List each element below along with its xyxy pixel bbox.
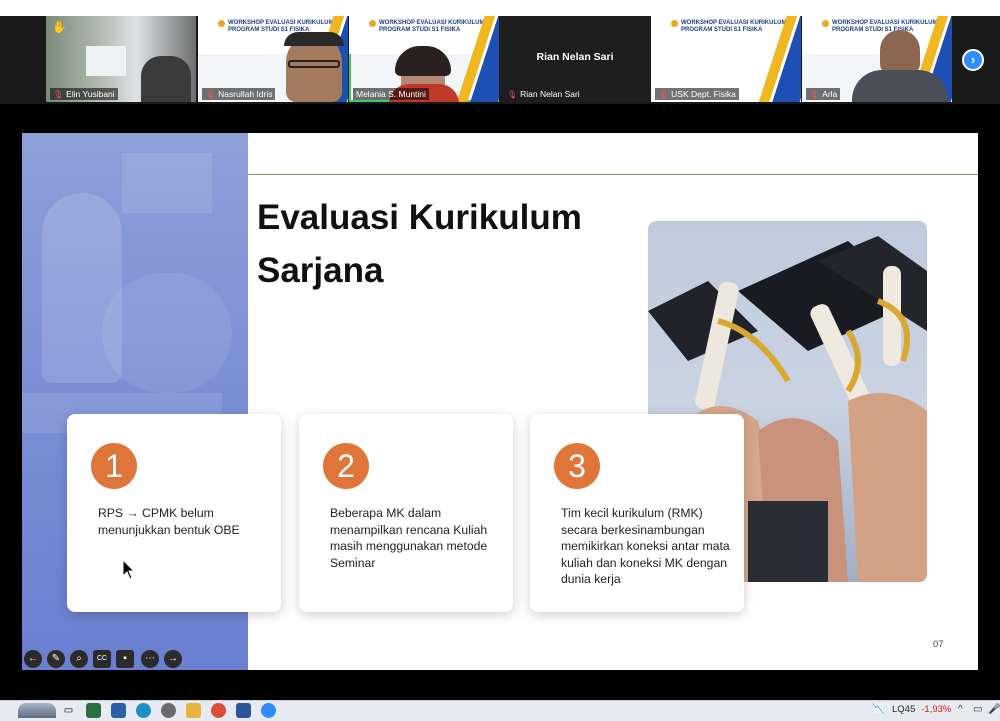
mouse-cursor-icon	[122, 559, 136, 580]
mail-icon[interactable]	[111, 703, 126, 718]
participant-tile[interactable]: WORKSHOP EVALUASI KURIKULUM PROGRAM STUD…	[651, 16, 801, 102]
card-text: RPS → CPMK belum menunjukkan bentuk OBE	[98, 506, 240, 537]
edge-browser-icon[interactable]	[136, 703, 151, 718]
subtitles-button[interactable]: CC	[93, 650, 111, 668]
next-slide-button[interactable]: →	[164, 650, 182, 668]
participant-name: 🎙 USK Dept. Fisika	[655, 88, 739, 100]
mic-muted-icon: 🎙	[809, 90, 820, 99]
participant-name: 🎙 Elin Yusibani	[50, 88, 118, 100]
mic-muted-icon: 🎙	[53, 90, 64, 99]
window-top-bar	[0, 0, 1000, 16]
slide-title: Evaluasi Kurikulum Sarjana	[257, 198, 582, 290]
participant-tile[interactable]: WORKSHOP EVALUASI KURIKULUM PROGRAM STUD…	[349, 16, 499, 102]
card-number-badge: 2	[323, 443, 369, 489]
battery-icon[interactable]: ▭	[973, 704, 982, 715]
slide-page-number: 07	[933, 639, 944, 650]
raised-hand-icon: ✋	[52, 20, 67, 34]
word-icon[interactable]	[236, 703, 251, 718]
info-card: 1 RPS → CPMK belum menunjukkan bentuk OB…	[67, 414, 281, 612]
card-number-badge: 3	[554, 443, 600, 489]
shared-slide: Evaluasi Kurikulum Sarjana 1 RPS → CPMK …	[22, 133, 978, 670]
chevron-right-icon: ›	[970, 52, 976, 67]
mic-muted-icon: 🎙	[507, 90, 518, 99]
chrome-icon[interactable]	[211, 703, 226, 718]
windows-taskbar: ▭ 📉 LQ45 -1,93% ^ ▭ 🎤	[0, 700, 1000, 721]
settings-icon[interactable]	[161, 703, 176, 718]
participant-name: 🎙 Rian Nelan Sari	[507, 89, 580, 99]
participant-tile[interactable]: Rian Nelan Sari 🎙 Rian Nelan Sari	[500, 16, 650, 102]
participant-tile[interactable]: ✋ 🎙 Elin Yusibani	[46, 16, 196, 102]
stock-ticker[interactable]: LQ45 -1,93%	[892, 704, 951, 715]
participant-strip: ✋ 🎙 Elin Yusibani WORKSHOP EVALUASI KURIK…	[0, 0, 1000, 104]
more-options-button[interactable]: ⋯	[141, 650, 159, 668]
microphone-icon[interactable]: 🎤	[988, 704, 1000, 715]
chevron-up-icon[interactable]: ^	[958, 704, 963, 715]
slide-divider	[248, 174, 978, 175]
card-text: Tim kecil kurikulum (RMK) secara berkesi…	[561, 506, 730, 586]
meeting-bottom-bar	[0, 670, 1000, 700]
participant-tile[interactable]: WORKSHOP EVALUASI KURIKULUM PROGRAM STUD…	[802, 16, 952, 102]
info-card: 2 Beberapa MK dalam menampilkan rencana …	[299, 414, 513, 612]
previous-slide-button[interactable]: ←	[24, 650, 42, 668]
mic-muted-icon: 🎙	[658, 90, 669, 99]
participant-name: 🎙 Nasrullah Idris	[202, 88, 276, 100]
next-participants-button[interactable]: ›	[962, 49, 984, 71]
zoom-tool-button[interactable]: ⌕	[70, 650, 88, 668]
card-number-badge: 1	[91, 443, 137, 489]
camera-off-button[interactable]: ▪	[116, 650, 134, 668]
participant-name: Melania S. Muntini	[353, 88, 429, 100]
mic-muted-icon: 🎙	[205, 90, 216, 99]
weather-widget-icon[interactable]	[18, 703, 56, 718]
participant-display-name: Rian Nelan Sari	[536, 51, 614, 63]
pen-tool-button[interactable]: ✎	[47, 650, 65, 668]
participant-name: 🎙 Arla	[806, 88, 841, 100]
info-card: 3 Tim kecil kurikulum (RMK) secara berke…	[530, 414, 744, 612]
file-explorer-icon[interactable]	[186, 703, 201, 718]
task-view-icon[interactable]: ▭	[61, 703, 76, 718]
zoom-app-icon[interactable]	[261, 703, 276, 718]
stock-chart-icon[interactable]: 📉	[872, 704, 884, 715]
store-icon[interactable]	[86, 703, 101, 718]
card-text: Beberapa MK dalam menampilkan rencana Ku…	[330, 506, 488, 570]
virtual-background-header: WORKSHOP EVALUASI KURIKULUM PROGRAM STUD…	[802, 16, 952, 102]
participant-tile[interactable]: WORKSHOP EVALUASI KURIKULUM PROGRAM STUD…	[198, 16, 348, 102]
